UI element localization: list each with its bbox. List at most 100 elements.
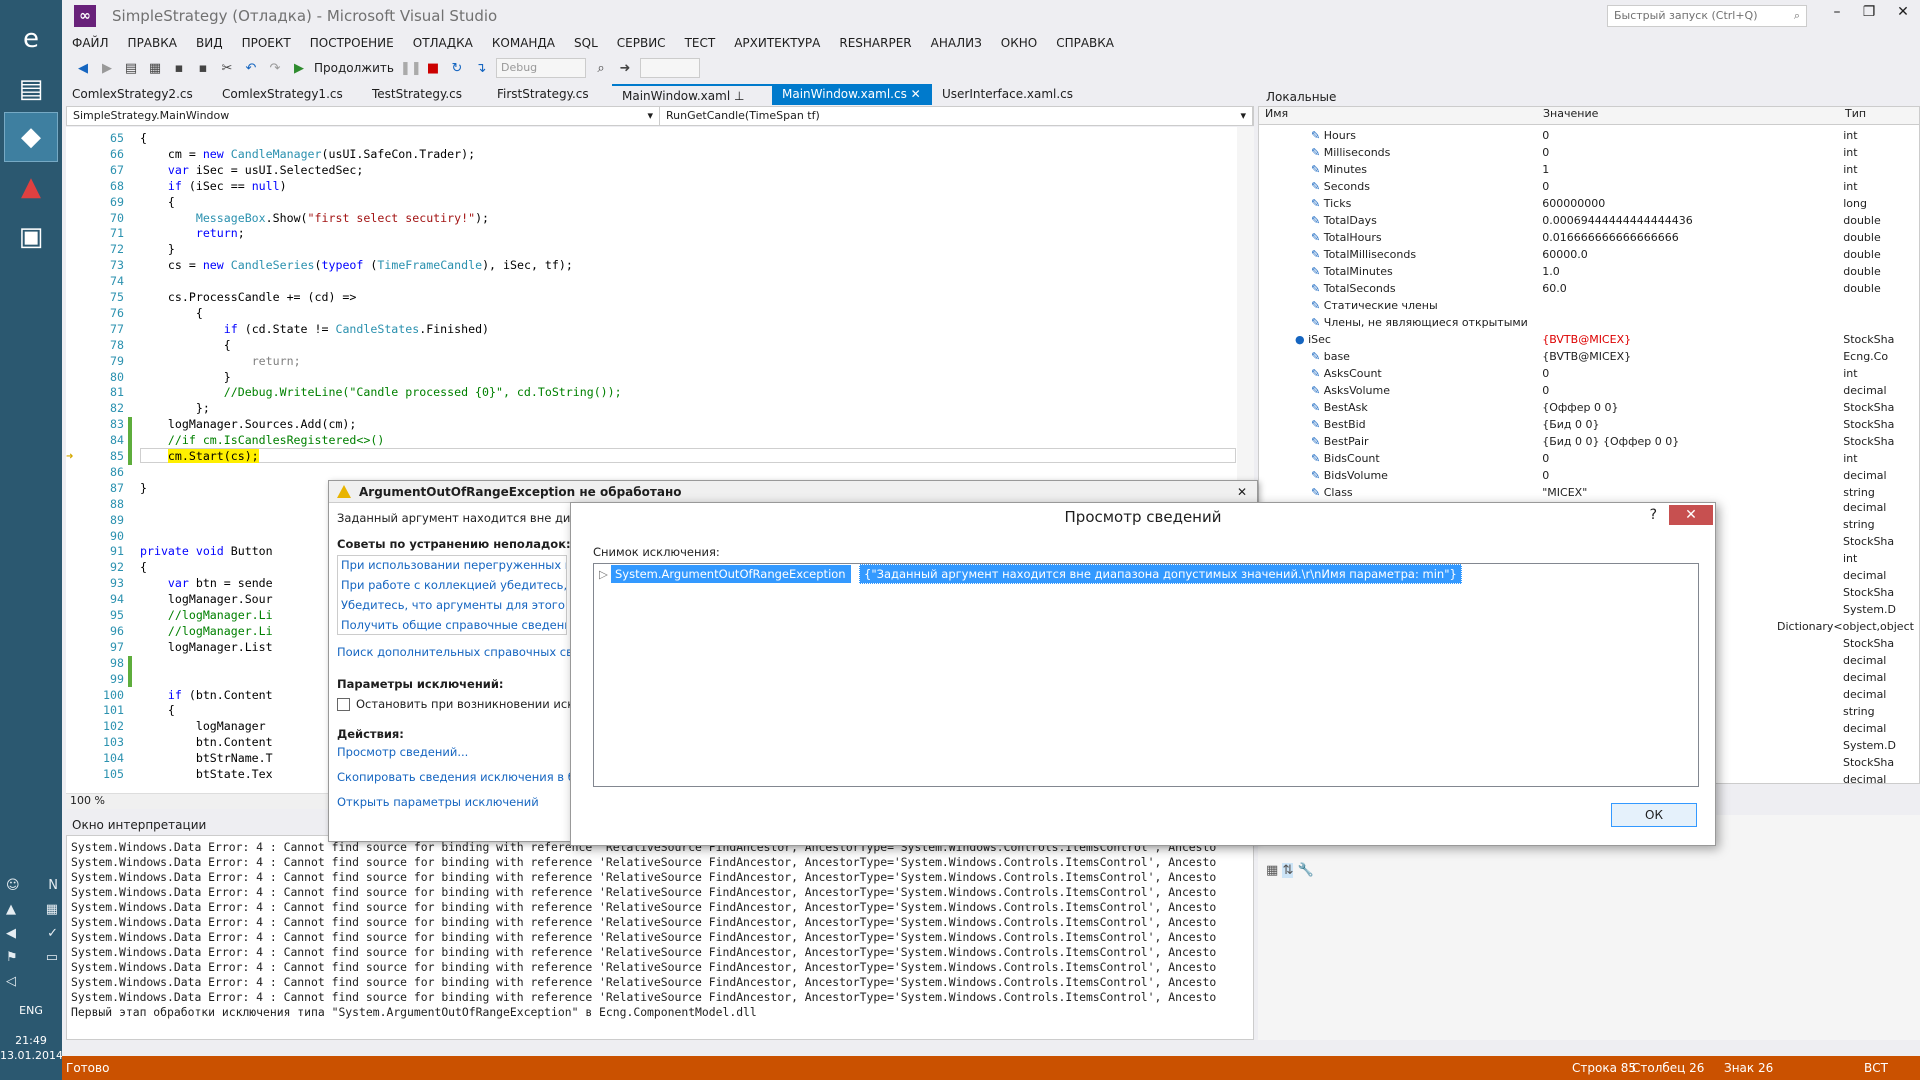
locals-row[interactable]: ✎ BestBid {Бид 0 0} StockSha (1259, 416, 1909, 433)
code-line[interactable]: cs.ProcessCandle += (cd) => (140, 290, 356, 304)
menu-отладка[interactable]: ОТЛАДКА (413, 36, 473, 50)
cut-icon[interactable]: ✂ (218, 61, 236, 76)
network-icon[interactable]: ▦ (46, 902, 58, 917)
platform-combo[interactable] (639, 58, 700, 78)
menu-вид[interactable]: ВИД (196, 36, 223, 50)
code-line[interactable]: if (cd.State != CandleStates.Finished) (140, 322, 489, 336)
code-line[interactable]: btState.Tex (140, 767, 273, 781)
code-line[interactable]: logManager (140, 719, 266, 733)
save-icon[interactable]: ▪ (170, 61, 188, 76)
locals-row[interactable]: ✎ TotalMinutes 1.0 double (1259, 263, 1909, 280)
code-line[interactable]: { (140, 338, 231, 352)
menu-архитектура[interactable]: АРХИТЕКТУРА (734, 36, 820, 50)
language-indicator[interactable]: ENG (0, 1004, 62, 1017)
document-icon[interactable]: ▣ (4, 212, 58, 262)
code-line[interactable]: { (140, 131, 147, 145)
code-line[interactable]: } (140, 370, 231, 384)
undo-icon[interactable]: ↶ (242, 61, 260, 76)
locals-row[interactable]: ✎ AsksVolume 0 decimal (1259, 382, 1909, 399)
code-line[interactable]: } (140, 242, 175, 256)
menu-сервис[interactable]: СЕРВИС (617, 36, 666, 50)
column-value[interactable]: Значение (1539, 107, 1841, 124)
action-link[interactable]: Скопировать сведения исключения в буф (337, 770, 577, 795)
action-link[interactable]: Открыть параметры исключений (337, 795, 577, 820)
people-icon[interactable]: ☺ (6, 878, 20, 893)
configuration-combo[interactable]: Debug (495, 58, 586, 78)
locals-row[interactable]: ✎ Hours 0 int (1259, 127, 1909, 144)
categorized-icon[interactable]: ▦ (1266, 863, 1278, 878)
tip-link[interactable]: При использовании перегруженных мето (338, 556, 566, 576)
locals-row[interactable]: ✎ BestAsk {Оффер 0 0} StockSha (1259, 399, 1909, 416)
code-line[interactable]: return; (140, 354, 301, 368)
menu-построение[interactable]: ПОСТРОЕНИЕ (310, 36, 394, 50)
locals-row[interactable]: ✎ TotalSeconds 60.0 double (1259, 280, 1909, 297)
open-icon[interactable]: ▦ (146, 61, 164, 76)
menu-проект[interactable]: ПРОЕКТ (242, 36, 291, 50)
tab-mainwindow-xaml-cs[interactable]: MainWindow.xaml.cs ✕ (772, 84, 932, 105)
exception-tree[interactable]: ▷ System.ArgumentOutOfRangeException {"З… (593, 563, 1699, 787)
tab-comlexstrategy2-cs[interactable]: ComlexStrategy2.cs (62, 84, 212, 105)
menu-анализ[interactable]: АНАЛИЗ (931, 36, 982, 50)
locals-row[interactable]: ✎ AsksCount 0 int (1259, 365, 1909, 382)
tip-link[interactable]: При работе с коллекцией убедитесь, что и (338, 576, 566, 596)
tab-mainwindow-xaml[interactable]: MainWindow.xaml ⊥ (612, 84, 772, 105)
speaker-icon[interactable]: ◁ (6, 974, 16, 989)
code-line[interactable]: logManager.Sources.Add(cm); (140, 417, 356, 431)
pin-icon[interactable]: ⊥ (730, 89, 744, 103)
locals-row[interactable]: ✎ BidsVolume 0 decimal (1259, 467, 1909, 484)
locals-row[interactable]: ✎ Class "MICEX" string (1259, 484, 1909, 501)
break-checkbox-row[interactable]: Остановить при возникновении искл (337, 697, 582, 711)
locals-row[interactable]: ✎ base {BVTB@MICEX} Ecng.Co (1259, 348, 1909, 365)
close-icon[interactable]: ✕ (1669, 505, 1713, 525)
code-line[interactable]: logManager.List (140, 640, 273, 654)
code-line[interactable]: { (140, 195, 175, 209)
tab-comlexstrategy1-cs[interactable]: ComlexStrategy1.cs (212, 84, 362, 105)
forward-icon[interactable]: ▶ (98, 61, 116, 76)
locals-row[interactable]: ✎ BidsCount 0 int (1259, 450, 1909, 467)
visual-studio-icon[interactable]: ◆ (4, 112, 58, 162)
locals-row[interactable]: ✎ Члены, не являющиеся открытыми (1259, 314, 1909, 331)
code-line[interactable]: MessageBox.Show("first select secutiry!"… (140, 211, 489, 225)
code-line[interactable]: }; (140, 401, 210, 415)
code-line[interactable]: if (iSec == null) (140, 179, 287, 193)
clock-time[interactable]: 21:49 (0, 1034, 62, 1047)
locals-row[interactable]: ✎ Ticks 600000000 long (1259, 195, 1909, 212)
code-line[interactable]: logManager.Sour (140, 592, 273, 606)
code-line[interactable]: } (140, 481, 147, 495)
continue-icon[interactable]: ▶ (290, 61, 308, 76)
column-name[interactable]: Имя (1259, 107, 1539, 124)
code-line[interactable]: private void Button (140, 544, 273, 558)
locals-row[interactable]: ✎ TotalHours 0.016666666666666666 double (1259, 229, 1909, 246)
locals-row[interactable]: ✎ TotalMilliseconds 60000.0 double (1259, 246, 1909, 263)
close-icon[interactable]: ✕ (907, 87, 921, 101)
restart-icon[interactable]: ↻ (448, 61, 466, 76)
code-line[interactable]: //Debug.WriteLine("Candle processed {0}"… (140, 385, 622, 399)
tip-link[interactable]: Убедитесь, что аргументы для этого метод (338, 596, 566, 616)
ie-icon[interactable]: e (4, 14, 58, 64)
locals-row[interactable]: ✎ Minutes 1 int (1259, 161, 1909, 178)
onenote-icon[interactable]: N (48, 878, 58, 893)
member-combo[interactable]: RunGetCandle(TimeSpan tf) ▾ (660, 107, 1253, 125)
navigate-icon[interactable]: ➜ (616, 61, 634, 76)
ok-button[interactable]: ОК (1611, 803, 1697, 827)
menu-правка[interactable]: ПРАВКА (128, 36, 177, 50)
immediate-window[interactable]: System.Windows.Data Error: 4 : Cannot fi… (66, 835, 1254, 1040)
menu-справка[interactable]: СПРАВКА (1056, 36, 1114, 50)
code-line[interactable]: return; (140, 226, 245, 240)
close-icon[interactable]: ✕ (1237, 485, 1247, 499)
menu-файл[interactable]: ФАЙЛ (72, 36, 109, 50)
shield-icon[interactable]: ✓ (47, 926, 58, 941)
continue-button[interactable]: Продолжить (314, 61, 394, 75)
locals-row[interactable]: ✎ Milliseconds 0 int (1259, 144, 1909, 161)
menu-команда[interactable]: КОМАНДА (492, 36, 555, 50)
code-line[interactable]: //logManager.Li (140, 624, 273, 638)
code-line[interactable]: btStrName.T (140, 751, 273, 765)
wrench-icon[interactable]: 🔧 (1297, 863, 1313, 878)
code-line[interactable]: { (140, 560, 147, 574)
code-line[interactable]: cm = new CandleManager(usUI.SafeCon.Trad… (140, 147, 475, 161)
menu-тест[interactable]: ТЕСТ (685, 36, 716, 50)
tip-link[interactable]: Получить общие справочные сведения о (338, 616, 566, 636)
code-line[interactable]: if (btn.Content (140, 688, 273, 702)
menu-окно[interactable]: ОКНО (1001, 36, 1037, 50)
locals-row[interactable]: ✎ Статические члены (1259, 297, 1909, 314)
